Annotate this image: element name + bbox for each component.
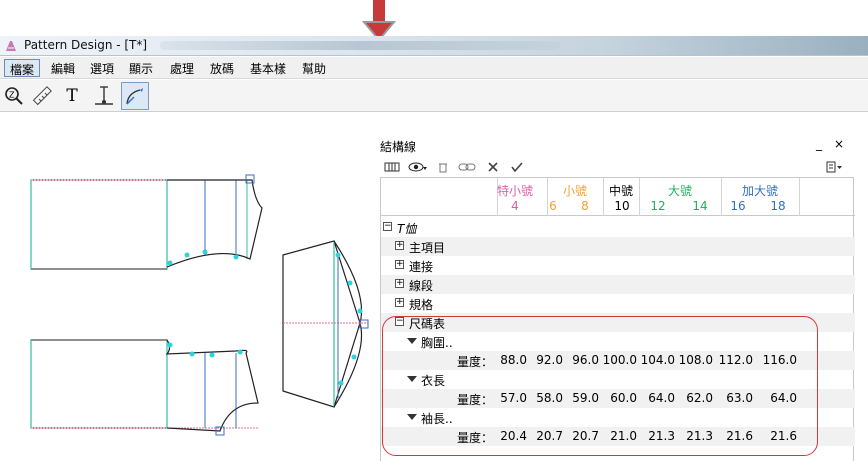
title-bar[interactable]: Pattern Design - [T*]: [0, 36, 868, 56]
menu-edit[interactable]: 編輯: [46, 59, 80, 77]
tree-root[interactable]: − T恤: [381, 218, 855, 237]
pattern-canvas[interactable]: [0, 113, 375, 461]
panel-title: 結構線: [380, 140, 417, 154]
menu-options[interactable]: 選項: [85, 59, 119, 77]
menu-view[interactable]: 顯示: [124, 59, 158, 77]
tree-node-connect[interactable]: + 連接: [381, 256, 855, 275]
menu-help[interactable]: 幫助: [297, 59, 331, 77]
size-14: 14: [692, 199, 708, 213]
expand-icon[interactable]: +: [395, 241, 404, 250]
tree-node-label: 規格: [409, 298, 434, 312]
tree-root-label: T恤: [397, 222, 417, 236]
measure-tool-button[interactable]: [28, 82, 56, 110]
main-toolbar: Z T: [0, 80, 868, 112]
menu-file[interactable]: 檔案: [4, 59, 41, 77]
desktop-background: [0, 0, 868, 36]
size-group-s: 小號: [562, 184, 587, 198]
text-tool-button[interactable]: T: [58, 82, 86, 110]
tree-node-label: 連接: [409, 260, 434, 274]
columns-icon[interactable]: [384, 159, 400, 175]
pattern-piece-sleeve: [282, 240, 369, 408]
text-icon: T: [66, 86, 78, 106]
size-8: 8: [581, 199, 589, 213]
size-10: 10: [614, 199, 630, 213]
expand-icon[interactable]: +: [395, 279, 404, 288]
ruler-icon: [32, 86, 52, 106]
window-title: Pattern Design - [T*]: [24, 38, 148, 52]
svg-text:Z: Z: [9, 91, 15, 100]
title-path-blurred: [160, 41, 560, 50]
minimize-button[interactable]: _: [816, 137, 822, 151]
size-16: 16: [730, 199, 746, 213]
size-18: 18: [770, 199, 786, 213]
collapse-icon[interactable]: −: [383, 222, 392, 231]
size-12: 12: [650, 199, 666, 213]
tree-node-segment[interactable]: + 線段: [381, 275, 855, 294]
eye-icon[interactable]: [408, 159, 428, 175]
size-group-m: 中號: [608, 184, 633, 198]
expand-icon[interactable]: +: [395, 298, 404, 307]
panel-menu-icon[interactable]: [826, 159, 844, 175]
zoom-icon: Z: [5, 87, 23, 105]
trash-icon[interactable]: [437, 159, 449, 175]
expand-icon[interactable]: +: [395, 260, 404, 269]
tree-node-spec[interactable]: + 規格: [381, 294, 855, 313]
size-group-l: 大號: [667, 184, 692, 198]
size-6: 6: [549, 199, 557, 213]
tree-node-label: 主項目: [409, 241, 446, 255]
curve-icon: [126, 88, 143, 105]
zoom-tool-button[interactable]: Z: [0, 82, 28, 110]
menu-bar: 檔案 編輯 選項 顯示 處理 放碼 基本樣 幫助: [0, 57, 868, 79]
point-tool-button[interactable]: [90, 82, 118, 110]
pattern-piece-back: [30, 339, 259, 436]
panel-toolbar: [376, 157, 854, 177]
delete-icon[interactable]: [487, 159, 499, 175]
pattern-drawing: [30, 174, 369, 436]
close-button[interactable]: ×: [834, 137, 844, 151]
menu-process[interactable]: 處理: [165, 59, 199, 77]
menu-grading[interactable]: 放碼: [205, 59, 239, 77]
size-4: 4: [511, 199, 519, 213]
check-icon[interactable]: [510, 159, 524, 175]
point-marker-icon: [95, 86, 113, 105]
tree-node-main[interactable]: + 主項目: [381, 237, 855, 256]
size-group-xs: 特小號: [497, 184, 534, 198]
pattern-piece-front: [30, 174, 263, 270]
size-group-xl: 加大號: [741, 184, 778, 198]
panel-header: 結構線 _ ×: [376, 133, 854, 157]
link-icon[interactable]: [458, 159, 476, 175]
menu-base-pattern[interactable]: 基本樣: [245, 59, 291, 77]
app-icon: [6, 41, 16, 51]
size-header: 特小號 小號 中號 大號 加大號 4 6 8 10 12 14 16 18: [381, 178, 855, 216]
tree-node-label: 線段: [409, 279, 434, 293]
size-table-highlight: [382, 316, 818, 456]
curve-tool-button[interactable]: [121, 82, 149, 110]
